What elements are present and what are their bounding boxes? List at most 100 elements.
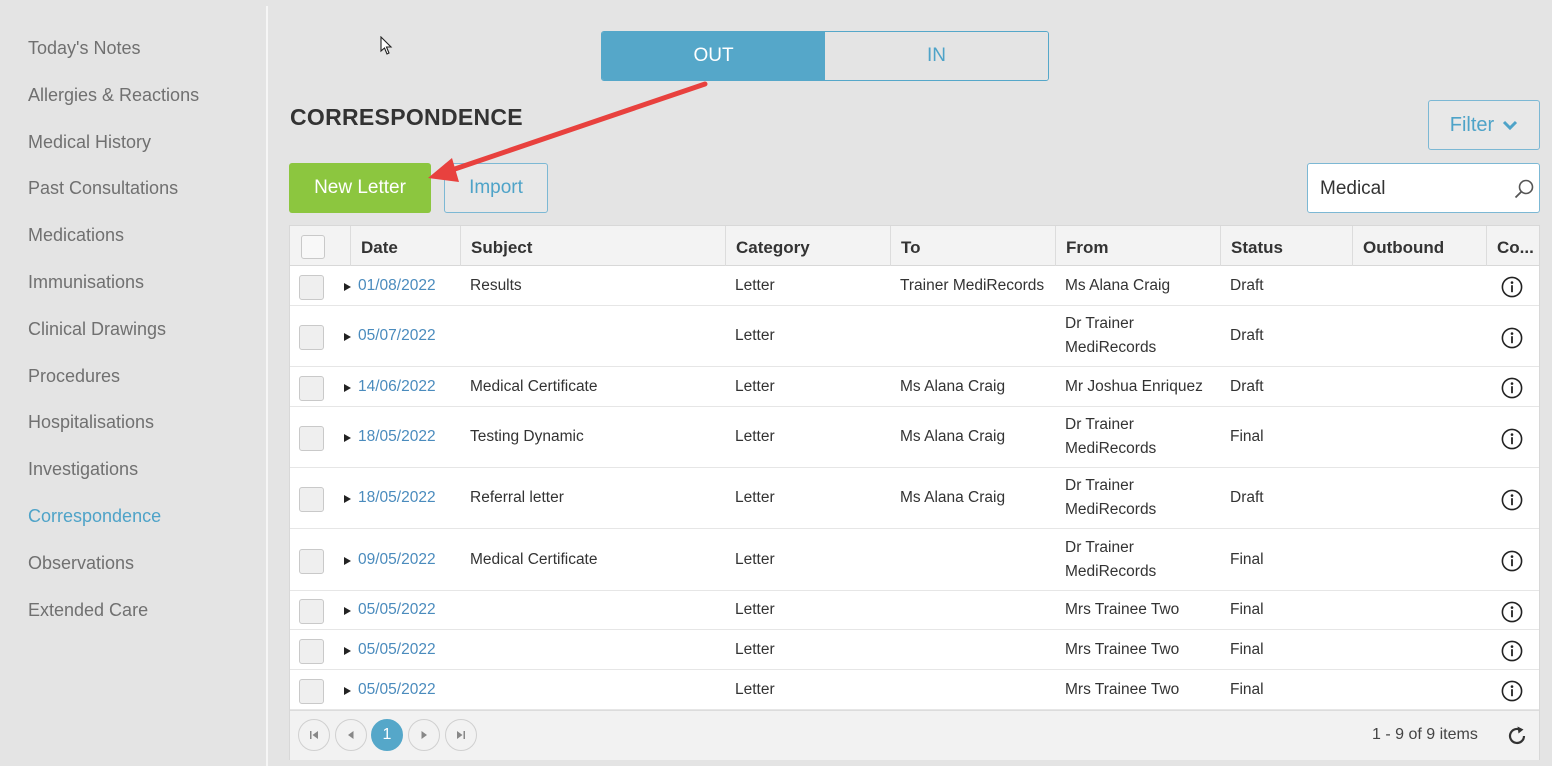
expand-row-icon[interactable] xyxy=(344,607,351,615)
toggle-in-button[interactable]: IN xyxy=(825,32,1048,80)
row-checkbox[interactable] xyxy=(299,638,324,664)
info-icon[interactable] xyxy=(1501,377,1523,399)
page-number-button[interactable]: 1 xyxy=(371,719,403,751)
sidebar-item-procedures[interactable]: Procedures xyxy=(0,361,266,408)
sidebar-item-allergies-reactions[interactable]: Allergies & Reactions xyxy=(0,80,266,127)
cell-date[interactable]: 01/08/2022 xyxy=(358,266,436,305)
row-checkbox[interactable] xyxy=(299,375,324,401)
sidebar-item-investigations[interactable]: Investigations xyxy=(0,454,266,501)
search-box xyxy=(1307,163,1540,213)
cell-category: Letter xyxy=(735,377,775,395)
column-header-subject[interactable]: Subject xyxy=(460,226,725,266)
cell-status: Final xyxy=(1230,550,1264,568)
toggle-out-button[interactable]: OUT xyxy=(602,32,825,80)
table-row[interactable]: 05/07/2022 Letter Dr Trainer MediRecords Dr… xyxy=(290,306,1539,367)
cell-date[interactable]: 05/05/2022 xyxy=(358,670,436,709)
search-icon[interactable] xyxy=(1513,178,1535,200)
search-input[interactable] xyxy=(1320,176,1500,202)
info-icon[interactable] xyxy=(1501,327,1523,349)
info-icon[interactable] xyxy=(1501,680,1523,702)
sidebar-item-observations[interactable]: Observations xyxy=(0,548,266,595)
expand-row-icon[interactable] xyxy=(344,495,351,503)
cell-from: Ms Alana Craig xyxy=(1065,276,1171,294)
row-checkbox[interactable] xyxy=(299,325,324,350)
cell-category: Letter xyxy=(735,640,775,658)
new-letter-button[interactable]: New Letter xyxy=(289,163,431,213)
import-button[interactable]: Import xyxy=(444,163,548,213)
expand-row-icon[interactable] xyxy=(344,333,351,341)
sidebar-item-medical-history[interactable]: Medical History xyxy=(0,127,266,174)
table-row[interactable]: 09/05/2022 Medical Certificate Letter Dr Tr… xyxy=(290,529,1539,591)
sidebar-divider xyxy=(266,6,268,766)
cell-from: Mr Joshua Enriquez xyxy=(1065,377,1203,395)
cell-to xyxy=(890,306,900,366)
row-checkbox[interactable] xyxy=(299,678,324,704)
table-row[interactable]: 05/05/2022 Letter Mrs Trainee Two Final xyxy=(290,670,1539,710)
expand-row-icon[interactable] xyxy=(344,686,351,695)
cell-date[interactable]: 18/05/2022 xyxy=(358,468,436,528)
cell-status: Draft xyxy=(1230,489,1264,506)
cell-outbound xyxy=(1352,407,1362,467)
table-row[interactable]: 05/05/2022 Letter Mrs Trainee Two Final xyxy=(290,630,1539,670)
sidebar-item-today-s-notes[interactable]: Today's Notes xyxy=(0,33,266,80)
info-icon[interactable] xyxy=(1501,276,1523,298)
select-all-checkbox[interactable] xyxy=(301,235,325,259)
column-header-comments[interactable]: Co... xyxy=(1486,226,1541,266)
cell-subject xyxy=(460,306,470,366)
sidebar-item-medications[interactable]: Medications xyxy=(0,220,266,267)
next-page-button[interactable] xyxy=(408,719,440,751)
last-page-button[interactable] xyxy=(445,719,477,751)
info-icon[interactable] xyxy=(1501,489,1523,511)
expand-row-icon[interactable] xyxy=(344,282,351,291)
cell-date[interactable]: 18/05/2022 xyxy=(358,407,436,467)
column-header-to[interactable]: To xyxy=(890,226,1055,266)
table-header: Date Subject Category To From Status Out… xyxy=(290,226,1539,266)
cell-category: Letter xyxy=(735,428,775,445)
sidebar-item-past-consultations[interactable]: Past Consultations xyxy=(0,173,266,220)
cell-category: Letter xyxy=(735,276,775,294)
first-page-button[interactable] xyxy=(298,719,330,751)
cell-from: Dr Trainer MediRecords xyxy=(1065,538,1157,580)
expand-row-icon[interactable] xyxy=(344,646,351,655)
column-header-date[interactable]: Date xyxy=(350,226,460,266)
previous-page-button[interactable] xyxy=(335,719,367,751)
cell-category: Letter xyxy=(735,680,775,698)
table-row[interactable]: 18/05/2022 Testing Dynamic Letter Ms Alana … xyxy=(290,407,1539,468)
row-checkbox[interactable] xyxy=(299,274,324,300)
column-header-status[interactable]: Status xyxy=(1220,226,1352,266)
refresh-icon[interactable] xyxy=(1506,725,1528,747)
table-row[interactable]: 18/05/2022 Referral letter Letter Ms Alana … xyxy=(290,468,1539,529)
row-checkbox[interactable] xyxy=(299,599,324,624)
cell-date[interactable]: 05/05/2022 xyxy=(358,591,436,629)
cell-date[interactable]: 14/06/2022 xyxy=(358,367,436,406)
column-header-category[interactable]: Category xyxy=(725,226,890,266)
sidebar-item-correspondence[interactable]: Correspondence xyxy=(0,501,266,548)
cell-status: Final xyxy=(1230,640,1264,658)
expand-row-icon[interactable] xyxy=(344,383,351,392)
cell-date[interactable]: 05/07/2022 xyxy=(358,306,436,366)
table-row[interactable]: 01/08/2022 Results Letter Trainer MediRecor… xyxy=(290,266,1539,306)
mouse-cursor-icon xyxy=(380,36,393,55)
sidebar-item-hospitalisations[interactable]: Hospitalisations xyxy=(0,407,266,454)
table-row[interactable]: 05/05/2022 Letter Mrs Trainee Two Final xyxy=(290,591,1539,630)
info-icon[interactable] xyxy=(1501,640,1523,662)
cell-status: Draft xyxy=(1230,377,1264,395)
expand-row-icon[interactable] xyxy=(344,434,351,442)
expand-row-icon[interactable] xyxy=(344,556,351,565)
info-icon[interactable] xyxy=(1501,601,1523,623)
column-header-outbound[interactable]: Outbound xyxy=(1352,226,1486,266)
filter-button[interactable]: Filter xyxy=(1428,100,1540,150)
cell-date[interactable]: 09/05/2022 xyxy=(358,529,436,590)
column-header-from[interactable]: From xyxy=(1055,226,1220,266)
sidebar-item-clinical-drawings[interactable]: Clinical Drawings xyxy=(0,314,266,361)
table-row[interactable]: 14/06/2022 Medical Certificate Letter Ms Al… xyxy=(290,367,1539,407)
row-checkbox[interactable] xyxy=(299,487,324,512)
row-checkbox[interactable] xyxy=(299,548,324,574)
cell-from: Dr Trainer MediRecords xyxy=(1065,477,1157,518)
sidebar-item-extended-care[interactable]: Extended Care xyxy=(0,595,266,642)
info-icon[interactable] xyxy=(1501,428,1523,450)
cell-date[interactable]: 05/05/2022 xyxy=(358,630,436,669)
row-checkbox[interactable] xyxy=(299,426,324,451)
sidebar-item-immunisations[interactable]: Immunisations xyxy=(0,267,266,314)
info-icon[interactable] xyxy=(1501,550,1523,572)
